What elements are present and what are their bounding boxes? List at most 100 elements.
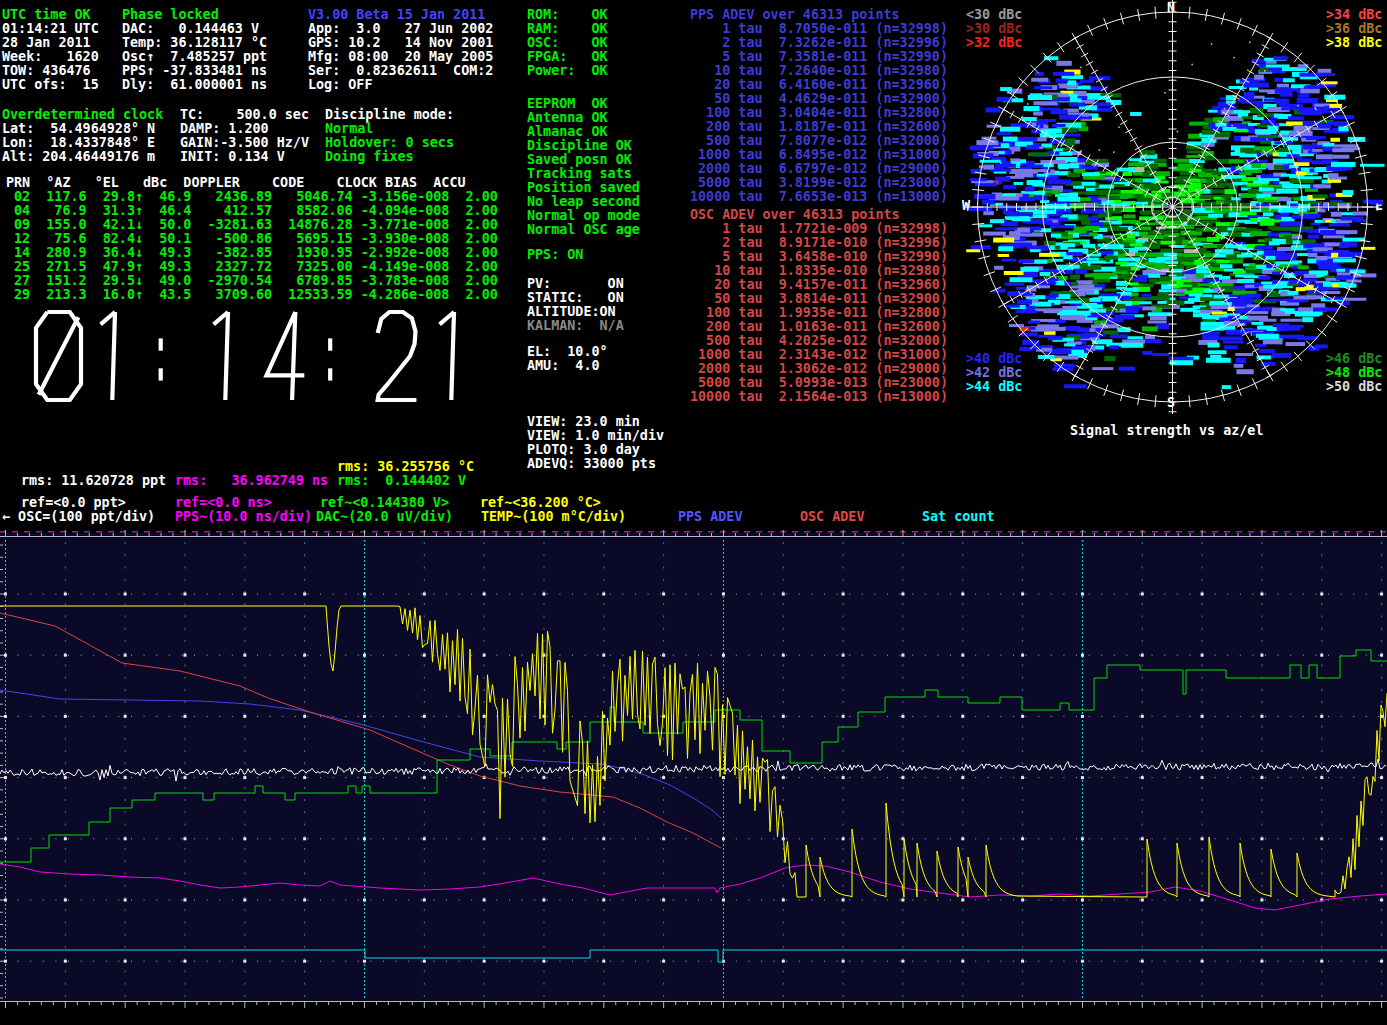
trace-label-sat-count: Sat count — [922, 510, 995, 524]
gps-tow: TOW: 436476 — [2, 64, 91, 78]
almanac-status: Almanac OK — [527, 125, 608, 139]
pps-adev-row: 5 tau 7.3581e-011 (n=32990) — [690, 50, 948, 64]
scale-osc: ← OSC=(100 ppt/div) — [2, 510, 155, 524]
view-span: VIEW: 23.0 min — [527, 415, 640, 429]
discipline-ok: Discipline OK — [527, 139, 632, 153]
view-scale: VIEW: 1.0 min/div — [527, 429, 664, 443]
osc-value: Osc↑ 7.485257 ppt — [122, 50, 267, 64]
saved-posn: Saved posn OK — [527, 153, 632, 167]
osc-adev-row: 50 tau 3.8814e-011 (n=32900) — [690, 292, 948, 306]
pps-adev-row: 1 tau 8.7050e-011 (n=32998) — [690, 22, 948, 36]
sat-row: 29 213.3 16.0↑ 43.5 3709.60 12533.59 -4.… — [6, 288, 498, 302]
mfg-date: Mfg: 08:00 20 May 2005 — [308, 50, 493, 64]
holdover: Holdover: 0 secs — [325, 136, 454, 150]
static-status: STATIC: ON — [527, 291, 624, 305]
sat-row: 09 155.0 42.1↓ 50.0 -3281.63 14876.28 -3… — [6, 218, 498, 232]
altitude: Alt: 204.46449176 m — [2, 150, 155, 164]
antenna-status: Antenna OK — [527, 111, 608, 125]
plot-queue: PLOTQ: 3.0 day — [527, 443, 640, 457]
big-clock — [30, 306, 510, 416]
ref-dac: ref~<0.144380 V> — [320, 496, 449, 510]
discipline-status: Phase locked — [122, 8, 219, 22]
pps-adev-row: 10 tau 7.2640e-011 (n=32980) — [690, 64, 948, 78]
pps-adev-row: 20 tau 6.4160e-011 (n=32960) — [690, 78, 948, 92]
pps-adev-row: 200 tau 1.8187e-011 (n=32600) — [690, 120, 948, 134]
el-mask: EL: 10.0° — [527, 345, 608, 359]
fpga-status: FPGA: OK — [527, 50, 608, 64]
eeprom-status: EEPROM OK — [527, 97, 608, 111]
pv-status: PV: ON — [527, 277, 624, 291]
pps-enable: PPS: ON — [527, 248, 583, 262]
damp-value: DAMP: 1.200 — [180, 122, 269, 136]
ram-status: RAM: OK — [527, 22, 608, 36]
signal-strength-polar-plot — [960, 0, 1387, 452]
pps-adev-row: 1000 tau 6.8495e-012 (n=31000) — [690, 148, 948, 162]
lady-heather-screen: UTC time OK01:14:21 UTC28 Jan 2011Week: … — [0, 0, 1387, 1025]
discipline-mode: Normal — [325, 122, 373, 136]
pps-adev-row: 500 tau 7.8077e-012 (n=32000) — [690, 134, 948, 148]
kalman-status: KALMAN: N/A — [527, 319, 624, 333]
scale-dac: DAC~(20.0 uV/div) — [316, 510, 453, 524]
rms-pps: rms: 36.962749 ns — [175, 474, 328, 488]
gain-value: GAIN:-3.500 Hz/V — [180, 136, 309, 150]
ref-pps: ref=<0.0 ns> — [175, 496, 272, 510]
osc-adev-row: 10000 tau 2.1564e-013 (n=13000) — [690, 390, 948, 404]
dac-value: DAC: 0.144463 V — [122, 22, 259, 36]
osc-adev-row: 200 tau 1.0163e-011 (n=32600) — [690, 320, 948, 334]
rms-temp: rms: 36.255756 °C — [337, 460, 474, 474]
sat-table-header: PRN °AZ °EL dBc DOPPLER CODE CLOCK BIAS … — [6, 176, 466, 190]
fix-status: Doing fixes — [325, 150, 414, 164]
ref-osc: ref=<0.0 ppt> — [21, 496, 126, 510]
tc-value: TC: 500.0 sec — [180, 108, 309, 122]
utc-offset: UTC ofs: 15 — [2, 78, 99, 92]
serial-number: Ser: 0.82362611 COM:2 — [308, 64, 493, 78]
pps-adev-row: 5000 tau 3.8199e-012 (n=23000) — [690, 176, 948, 190]
osc-adev-row: 100 tau 1.9935e-011 (n=32800) — [690, 306, 948, 320]
pps-adev-row: 10000 tau 7.6653e-013 (n=13000) — [690, 190, 948, 204]
osc-adev-row: 2000 tau 1.3062e-012 (n=29000) — [690, 362, 948, 376]
utc-time: 01:14:21 UTC — [2, 22, 99, 36]
adev-queue: ADEVQ: 33000 pts — [527, 457, 656, 471]
discipline-mode-label: Discipline mode: — [325, 108, 454, 122]
leap-second: No leap second — [527, 195, 640, 209]
pps-value: PPS↑ -37.833481 ns — [122, 64, 267, 78]
rms-osc: rms: 11.620728 ppt — [21, 474, 166, 488]
osc-age: Normal OSC age — [527, 223, 640, 237]
tracking-sats: Tracking sats — [527, 167, 632, 181]
sat-row: 02 117.6 29.8↑ 46.9 2436.89 5046.74 -3.1… — [6, 190, 498, 204]
amu-mask: AMU: 4.0 — [527, 359, 600, 373]
trace-label-pps-adev: PPS ADEV — [678, 510, 743, 524]
pps-adev-row: 2000 tau 6.6797e-012 (n=29000) — [690, 162, 948, 176]
osc-adev-row: 1000 tau 2.3143e-012 (n=31000) — [690, 348, 948, 362]
pps-adev-row: 2 tau 7.3262e-011 (n=32996) — [690, 36, 948, 50]
position-saved: Position saved — [527, 181, 640, 195]
osc-adev-row: 5000 tau 5.0993e-013 (n=23000) — [690, 376, 948, 390]
gps-version: GPS: 10.2 14 Nov 2001 — [308, 36, 493, 50]
ref-temp: ref~<36.200 °C> — [480, 496, 601, 510]
osc-status: OSC: OK — [527, 36, 608, 50]
osc-adev-row: 2 tau 8.9171e-010 (n=32996) — [690, 236, 948, 250]
longitude: Lon: 18.4337848° E — [2, 136, 155, 150]
trace-label-osc-adev: OSC ADEV — [800, 510, 865, 524]
power-status: Power: OK — [527, 64, 608, 78]
pps-adev-row: 100 tau 3.0404e-011 (n=32800) — [690, 106, 948, 120]
osc-adev-row: 5 tau 3.6458e-010 (n=32990) — [690, 250, 948, 264]
rom-status: ROM: OK — [527, 8, 608, 22]
utc-date: 28 Jan 2011 — [2, 36, 91, 50]
temp-value: Temp: 36.128117 °C — [122, 36, 267, 50]
sat-row: 12 75.6 82.4↓ 50.1 -500.86 5695.15 -3.93… — [6, 232, 498, 246]
pps-adev-row: 50 tau 4.4629e-011 (n=32900) — [690, 92, 948, 106]
sat-row: 04 76.9 31.3↑ 46.4 412.57 8582.06 -4.094… — [6, 204, 498, 218]
log-status: Log: OFF — [308, 78, 373, 92]
history-strip-chart — [0, 528, 1387, 1025]
gps-week: Week: 1620 — [2, 50, 99, 64]
dly-value: Dly: 61.000001 ns — [122, 78, 267, 92]
sat-row: 25 271.5 47.9↑ 49.3 2327.72 7325.00 -4.1… — [6, 260, 498, 274]
scale-temp: TEMP~(100 m°C/div) — [481, 510, 626, 524]
osc-adev-row: 20 tau 9.4157e-011 (n=32960) — [690, 278, 948, 292]
receiver-mode: Overdetermined clock — [2, 108, 163, 122]
sat-row: 14 280.9 36.4↓ 49.3 -382.85 1930.95 -2.9… — [6, 246, 498, 260]
init-value: INIT: 0.134 V — [180, 150, 285, 164]
osc-adev-header: OSC ADEV over 46313 points — [690, 208, 900, 222]
op-mode: Normal op mode — [527, 209, 640, 223]
